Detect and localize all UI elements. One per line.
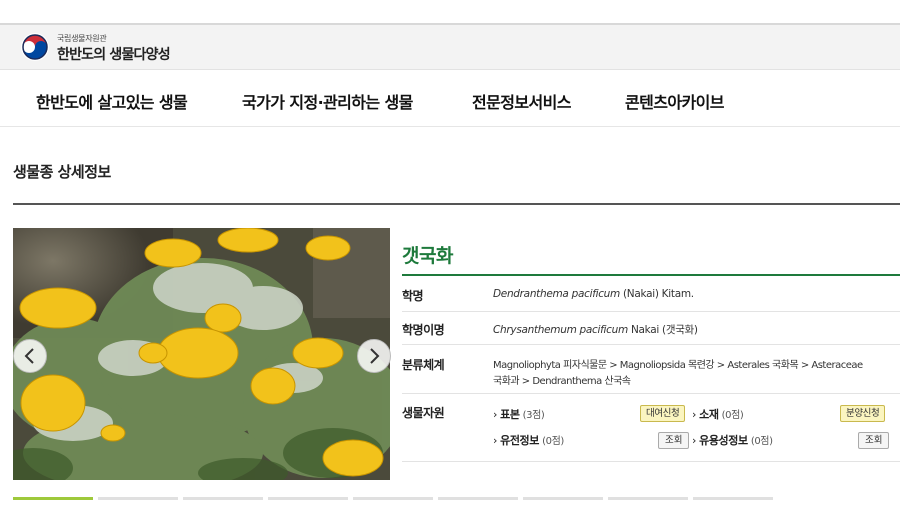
taxonomy-line-1: Magnoliophyta 피자식물문 > Magnoliopsida 목련강 … — [493, 360, 863, 371]
resource-genetic-info-label: 유전정보 — [500, 434, 539, 447]
thumbnail-tab[interactable] — [98, 497, 178, 500]
thumbnail-tab[interactable] — [268, 497, 348, 500]
thumbnail-tab[interactable] — [693, 497, 773, 500]
scientific-name-value: Dendranthema pacificum (Nakai) Kitam. — [493, 288, 694, 300]
row-taxonomy: 분류체계 Magnoliophyta 피자식물문 > Magnoliopsida… — [402, 345, 900, 394]
site-header: 국립생물자원관 한반도의 생물다양성 — [0, 25, 900, 70]
scientific-name-author: (Nakai) Kitam. — [619, 288, 694, 300]
photo-thumbnail-strip — [13, 497, 773, 500]
taegeuk-logo-icon[interactable] — [20, 32, 50, 62]
thumbnail-tab[interactable] — [523, 497, 603, 500]
useful-info-view-button[interactable]: 조회 — [858, 432, 890, 449]
thumbnail-tab[interactable] — [438, 497, 518, 500]
row-scientific-name: 학명 Dendranthema pacificum (Nakai) Kitam. — [402, 276, 900, 312]
resource-genetic-info-count: (0점) — [542, 436, 564, 447]
next-photo-button[interactable] — [357, 339, 391, 373]
taxonomy-line-2: 국화과 > Dendranthema 산국속 — [493, 376, 631, 387]
chevron-right-bullet-icon: › — [692, 408, 696, 421]
species-photo-image — [13, 228, 390, 480]
species-photo — [13, 228, 390, 480]
prev-photo-button[interactable] — [13, 339, 47, 373]
resource-genetic-info[interactable]: › 유전정보 (0점) — [493, 432, 564, 448]
nav-item-nationally-managed-species[interactable]: 국가가 지정·관리하는 생물 — [242, 89, 413, 113]
nav-item-content-archive[interactable]: 콘텐츠아카이브 — [625, 89, 724, 113]
page-title: 생물종 상세정보 — [13, 163, 111, 181]
site-title[interactable]: 한반도의 생물다양성 — [57, 44, 171, 64]
material-distribution-request-button[interactable]: 분양신청 — [840, 405, 886, 422]
resource-specimen-count: (3점) — [522, 410, 545, 421]
resource-specimen-label: 표본 — [500, 408, 520, 421]
main-navigation: 한반도에 살고있는 생물 국가가 지정·관리하는 생물 전문정보서비스 콘텐츠아… — [0, 71, 900, 127]
nav-item-korean-peninsula-species[interactable]: 한반도에 살고있는 생물 — [36, 89, 188, 113]
org-name: 국립생물자원관 — [57, 34, 107, 43]
resource-material-label: 소재 — [699, 408, 719, 421]
species-korean-name: 갯국화 — [402, 245, 453, 267]
resource-useful-info[interactable]: › 유용성정보 (0점) — [692, 432, 773, 448]
resource-material[interactable]: › 소재 (0점) — [692, 406, 744, 422]
chevron-right-bullet-icon: › — [493, 434, 497, 447]
resource-specimen[interactable]: › 표본 (3점) — [493, 406, 545, 422]
chevron-right-icon — [370, 348, 380, 364]
resource-material-count: (0점) — [721, 410, 744, 421]
thumbnail-tab[interactable] — [183, 497, 263, 500]
row-label-bio-resources: 생물자원 — [402, 406, 445, 420]
thumbnail-tab[interactable] — [608, 497, 688, 500]
synonym-rest: Nakai (갯국화) — [627, 324, 698, 336]
resource-useful-info-label: 유용성정보 — [699, 434, 748, 447]
title-divider — [13, 203, 900, 205]
row-label-taxonomy: 분류체계 — [402, 358, 445, 372]
synonym-italic: Chrysanthemum pacificum — [493, 324, 628, 336]
scientific-name-italic: Dendranthema pacificum — [493, 288, 620, 300]
resource-useful-info-count: (0점) — [750, 436, 773, 447]
row-label-synonym: 학명이명 — [402, 323, 445, 337]
thumbnail-tab-active[interactable] — [13, 497, 93, 500]
specimen-loan-request-button[interactable]: 대여신청 — [640, 405, 686, 422]
chevron-right-bullet-icon: › — [493, 408, 497, 421]
genetic-info-view-button[interactable]: 조회 — [658, 432, 690, 449]
synonym-value: Chrysanthemum pacificum Nakai (갯국화) — [493, 322, 698, 337]
row-label-scientific-name: 학명 — [402, 289, 424, 303]
row-bio-resources: 생물자원 › 표본 (3점) 대여신청 › 소재 (0점) 분양신청 › 유전정… — [402, 394, 900, 462]
chevron-right-bullet-icon: › — [692, 434, 696, 447]
thumbnail-tab[interactable] — [353, 497, 433, 500]
row-synonym: 학명이명 Chrysanthemum pacificum Nakai (갯국화) — [402, 312, 900, 345]
chevron-left-icon — [24, 348, 34, 364]
nav-item-expert-info-service[interactable]: 전문정보서비스 — [472, 89, 571, 113]
